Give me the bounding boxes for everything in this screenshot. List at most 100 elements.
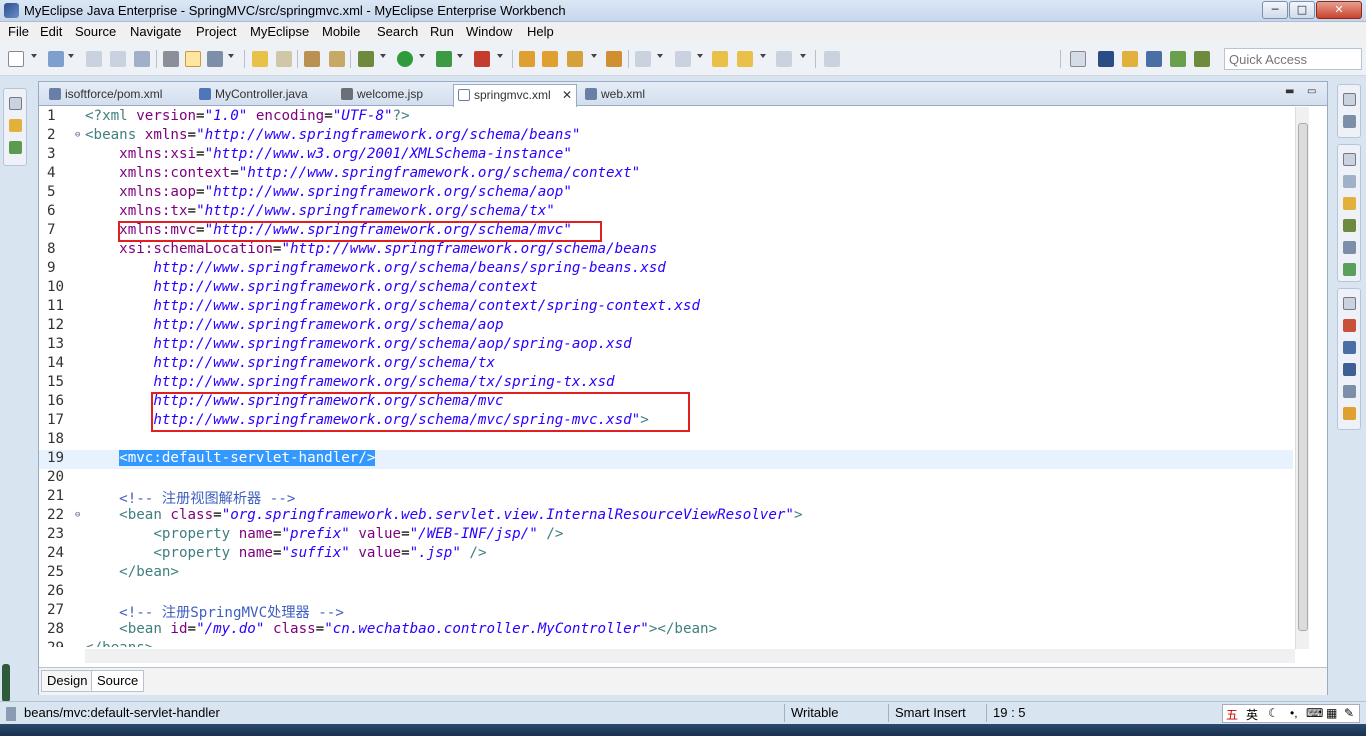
code-line[interactable]: 12 http://www.springframework.org/schema… — [39, 317, 1293, 336]
close-button[interactable]: ✕ — [1316, 1, 1362, 19]
chevron-down-icon[interactable] — [419, 54, 425, 58]
chevron-down-icon[interactable] — [68, 54, 74, 58]
code-line[interactable]: 6 xmlns:tx="http://www.springframework.o… — [39, 203, 1293, 222]
search-view-icon[interactable] — [1343, 241, 1356, 254]
fold-toggle-icon[interactable]: ⊖ — [75, 510, 80, 520]
tab-pom-xml[interactable]: isoftforce/pom.xml — [45, 84, 193, 106]
open-type-icon[interactable] — [542, 51, 558, 67]
menu-mobile[interactable]: Mobile — [322, 24, 360, 39]
code-line[interactable]: 28 <bean id="/my.do" class="cn.wechatbao… — [39, 621, 1293, 640]
code-line[interactable]: 23 <property name="prefix" value="/WEB-I… — [39, 526, 1293, 545]
last-edit-icon[interactable] — [712, 51, 728, 67]
code-line[interactable]: 22 ⊖ <bean class="org.springframework.web… — [39, 507, 1293, 526]
copy-icon[interactable] — [110, 51, 126, 67]
moon-icon[interactable]: ☾ — [1268, 706, 1279, 720]
code-line[interactable]: 11 http://www.springframework.org/schema… — [39, 298, 1293, 317]
palette-icon[interactable] — [1343, 407, 1356, 420]
scroll-thumb[interactable] — [1298, 123, 1308, 631]
snippets-icon[interactable] — [1343, 341, 1356, 354]
restore-icon[interactable] — [1343, 93, 1356, 106]
open-perspective-icon[interactable] — [1070, 51, 1086, 67]
console-icon[interactable] — [1343, 263, 1356, 276]
restore-icon[interactable] — [1343, 153, 1356, 166]
tab-mycontroller-java[interactable]: MyController.java — [195, 84, 333, 106]
horizontal-scrollbar[interactable] — [85, 649, 1295, 663]
tasks-icon[interactable] — [1343, 385, 1356, 398]
restore-icon[interactable] — [9, 97, 22, 110]
tab-design[interactable]: Design — [41, 670, 94, 692]
code-line[interactable]: 5 xmlns:aop="http://www.springframework.… — [39, 184, 1293, 203]
run-icon[interactable] — [397, 51, 413, 67]
menu-help[interactable]: Help — [527, 24, 554, 39]
keyboard-icon[interactable]: ⌨ — [1306, 706, 1323, 720]
terminal-icon[interactable] — [163, 51, 179, 67]
menu-run[interactable]: Run — [430, 24, 454, 39]
chevron-down-icon[interactable] — [380, 54, 386, 58]
tab-source[interactable]: Source — [91, 670, 145, 692]
menu-navigate[interactable]: Navigate — [130, 24, 181, 39]
wrench-icon[interactable] — [207, 51, 223, 67]
quick-access-input[interactable] — [1224, 48, 1362, 70]
declaration-icon[interactable] — [1343, 219, 1356, 232]
chevron-down-icon[interactable] — [591, 54, 597, 58]
chevron-down-icon[interactable] — [657, 54, 663, 58]
print-icon[interactable] — [134, 51, 150, 67]
code-line[interactable]: 10 http://www.springframework.org/schema… — [39, 279, 1293, 298]
code-line[interactable]: 13 http://www.springframework.org/schema… — [39, 336, 1293, 355]
java-perspective-icon[interactable] — [1122, 51, 1138, 67]
menu-project[interactable]: Project — [196, 24, 236, 39]
code-line[interactable]: 29 </beans> — [39, 640, 1293, 647]
deploy-icon[interactable] — [304, 51, 320, 67]
new-icon[interactable] — [8, 51, 24, 67]
tools-icon[interactable]: ✎ — [1344, 706, 1354, 720]
chevron-down-icon[interactable] — [497, 54, 503, 58]
debug-icon[interactable] — [358, 51, 374, 67]
code-line[interactable]: 24 <property name="suffix" value=".jsp" … — [39, 545, 1293, 564]
tab-web-xml[interactable]: web.xml — [581, 84, 671, 106]
save-all-icon[interactable] — [86, 51, 102, 67]
problems-icon[interactable] — [1343, 175, 1356, 188]
toggle-mark-icon[interactable] — [185, 51, 201, 67]
code-line[interactable]: 14 http://www.springframework.org/schema… — [39, 355, 1293, 374]
hierarchy-icon[interactable] — [9, 141, 22, 154]
debug-perspective-icon[interactable] — [1194, 51, 1210, 67]
code-line[interactable]: 15 http://www.springframework.org/schema… — [39, 374, 1293, 393]
code-line[interactable]: 8 xsi:schemaLocation="http://www.springf… — [39, 241, 1293, 260]
prev-annotation-icon[interactable] — [675, 51, 691, 67]
code-editor[interactable]: 1 <?xml version="1.0" encoding="UTF-8"?> 2… — [39, 107, 1293, 647]
chevron-down-icon[interactable] — [457, 54, 463, 58]
menu-window[interactable]: Window — [466, 24, 512, 39]
open-folder-icon[interactable] — [519, 51, 535, 67]
menu-myeclipse[interactable]: MyEclipse — [250, 24, 309, 39]
code-line[interactable]: 18 — [39, 431, 1293, 450]
java-ee-perspective-icon[interactable] — [1098, 51, 1114, 67]
save-icon[interactable] — [48, 51, 64, 67]
skin-icon[interactable]: ▦ — [1326, 706, 1337, 720]
punctuation-icon[interactable]: •, — [1290, 706, 1298, 720]
outline-icon[interactable] — [1343, 115, 1356, 128]
servers-icon[interactable] — [1343, 319, 1356, 332]
chevron-down-icon[interactable] — [697, 54, 703, 58]
chevron-down-icon[interactable] — [760, 54, 766, 58]
maximize-editor-icon[interactable]: ▭ — [1307, 86, 1316, 97]
code-line[interactable]: 25 </bean> — [39, 564, 1293, 583]
menu-edit[interactable]: Edit — [40, 24, 62, 39]
close-icon[interactable]: ✕ — [562, 85, 572, 105]
maximize-button[interactable]: □ — [1289, 1, 1315, 19]
team-perspective-icon[interactable] — [1170, 51, 1186, 67]
code-line[interactable]: 2 ⊖ <beans xmlns="http://www.springframewo… — [39, 127, 1293, 146]
code-line[interactable]: 19 <mvc:default-servlet-handler/> — [39, 450, 1293, 469]
pin-editor-icon[interactable] — [824, 51, 840, 67]
menu-search[interactable]: Search — [377, 24, 418, 39]
code-line[interactable]: 27 <!-- 注册SpringMVC处理器 --> — [39, 602, 1293, 621]
vertical-scrollbar[interactable] — [1295, 107, 1309, 649]
code-line[interactable]: 9 http://www.springframework.org/schema/… — [39, 260, 1293, 279]
chevron-down-icon[interactable] — [31, 54, 37, 58]
chevron-down-icon[interactable] — [800, 54, 806, 58]
bookmark-icon[interactable] — [252, 51, 268, 67]
back-arrow-icon[interactable] — [737, 51, 753, 67]
javadoc-icon[interactable] — [1343, 197, 1356, 210]
code-line[interactable]: 4 xmlns:context="http://www.springframew… — [39, 165, 1293, 184]
search-icon[interactable] — [606, 51, 622, 67]
package-explorer-icon[interactable] — [9, 119, 22, 132]
